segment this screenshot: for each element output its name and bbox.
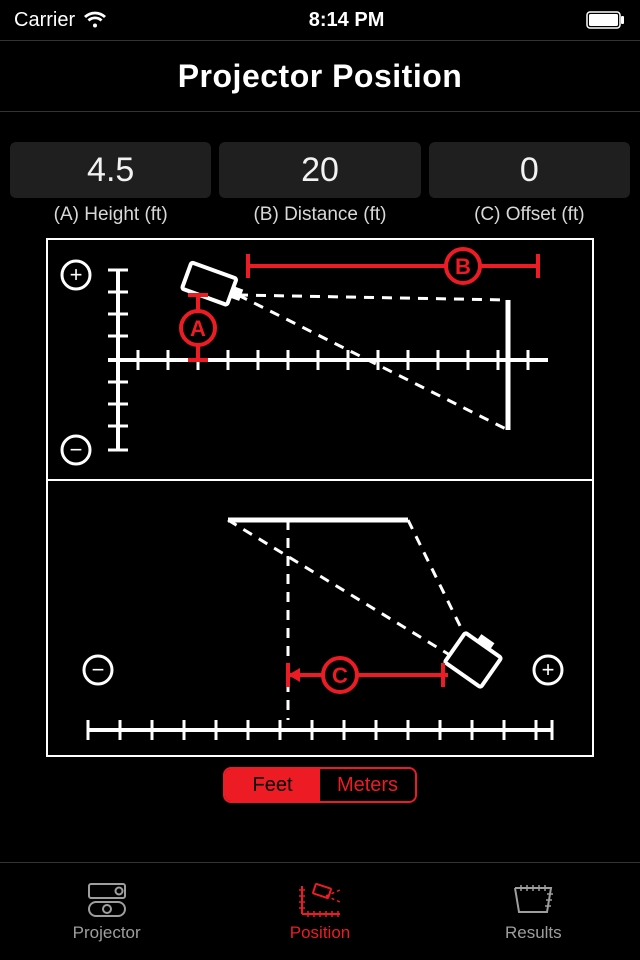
distance-label: (B) Distance (ft) [253, 204, 386, 226]
page-header: Projector Position [0, 40, 640, 112]
status-bar: Carrier 8:14 PM [0, 0, 640, 40]
units-toggle[interactable]: Feet Meters [223, 767, 417, 803]
units-feet-button[interactable]: Feet [225, 769, 320, 801]
battery-icon [586, 11, 626, 29]
results-icon [509, 881, 557, 919]
value-row: 4.5 (A) Height (ft) 20 (B) Distance (ft)… [0, 112, 640, 226]
projector-icon [83, 881, 131, 919]
svg-text:+: + [542, 657, 555, 682]
tab-position-label: Position [290, 923, 350, 943]
diagram-svg: + − B A [48, 240, 592, 750]
wifi-icon [83, 11, 107, 29]
position-icon [296, 881, 344, 919]
tab-projector-label: Projector [73, 923, 141, 943]
carrier-label: Carrier [14, 9, 75, 32]
tab-position[interactable]: Position [213, 863, 426, 960]
units-meters-button[interactable]: Meters [320, 769, 415, 801]
height-input[interactable]: 4.5 [10, 142, 211, 198]
offset-input[interactable]: 0 [429, 142, 630, 198]
tab-projector[interactable]: Projector [0, 863, 213, 960]
tab-bar: Projector Position [0, 862, 640, 960]
svg-text:A: A [190, 316, 206, 341]
page-title: Projector Position [178, 58, 463, 95]
status-bar-time: 8:14 PM [309, 9, 385, 32]
svg-text:−: − [92, 657, 105, 682]
svg-text:+: + [70, 262, 83, 287]
offset-label: (C) Offset (ft) [474, 204, 584, 226]
tab-results[interactable]: Results [427, 863, 640, 960]
svg-text:C: C [332, 663, 348, 688]
svg-text:B: B [455, 254, 471, 279]
position-diagram: + − B A [46, 238, 594, 757]
height-label: (A) Height (ft) [54, 204, 168, 226]
svg-text:−: − [70, 437, 83, 462]
tab-results-label: Results [505, 923, 562, 943]
distance-input[interactable]: 20 [219, 142, 420, 198]
